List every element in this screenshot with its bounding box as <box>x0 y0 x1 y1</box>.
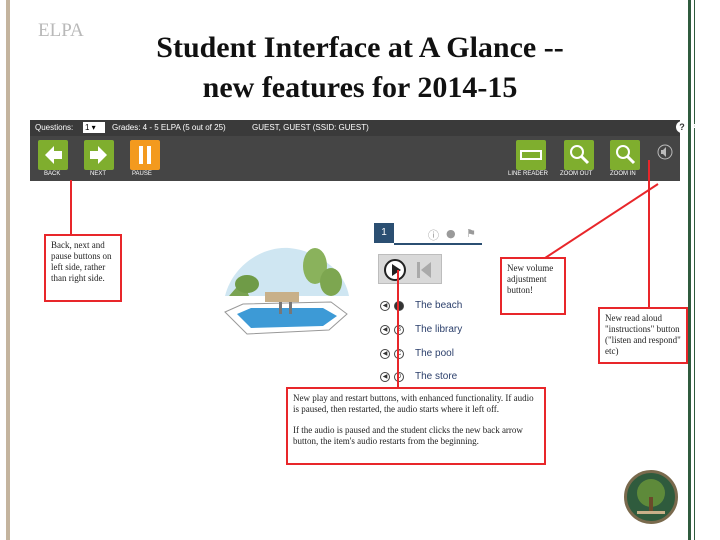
toolbar-info-strip: Questions: 1 ▾ Grades: 4 - 5 ELPA (5 out… <box>30 118 705 136</box>
audio-player <box>378 254 442 284</box>
flag-icon[interactable]: ⚑ <box>466 227 476 240</box>
option-radio[interactable]: A <box>394 301 404 311</box>
zoom-in-label: ZOOM IN <box>610 171 636 177</box>
play-note-para-1: New play and restart buttons, with enhan… <box>293 393 534 414</box>
option-text: The pool <box>415 348 454 359</box>
zoom-out-icon <box>570 145 590 165</box>
line-reader-button[interactable] <box>516 140 546 170</box>
read-aloud-speaker-icon[interactable] <box>657 144 673 160</box>
zoom-in-button[interactable] <box>610 140 640 170</box>
info-icon[interactable]: ⓘ <box>428 227 439 243</box>
questions-label: Questions: <box>35 123 74 132</box>
back-arrow-icon <box>45 146 62 164</box>
back-button[interactable] <box>38 140 68 170</box>
pause-button[interactable] <box>130 140 160 170</box>
option-text: The beach <box>415 300 463 311</box>
back-label: BACK <box>44 171 61 177</box>
speaker-icon[interactable]: ◀ <box>380 349 390 359</box>
option-radio[interactable]: B <box>394 325 404 335</box>
option-text: The store <box>415 371 458 382</box>
slide-left-border <box>6 0 10 540</box>
restart-icon[interactable] <box>413 259 435 281</box>
gear-icon[interactable]: ⚙ <box>692 118 705 135</box>
buttons-note: Back, next and pause buttons on left sid… <box>44 234 122 302</box>
play-note-para-2: If the audio is paused and the student c… <box>293 425 523 446</box>
pool-scene-image <box>219 238 353 340</box>
speaker-icon[interactable]: ◀ <box>380 325 390 335</box>
option-text: The library <box>415 324 463 335</box>
option-radio[interactable]: C <box>394 349 404 359</box>
tree-icon <box>637 479 665 514</box>
play-icon[interactable] <box>383 258 407 282</box>
item-number-badge: 1 <box>374 223 394 243</box>
arrow-read-aloud <box>648 160 650 308</box>
arrow-play-buttons <box>397 270 399 388</box>
zoom-out-label: ZOOM OUT <box>560 171 593 177</box>
item-header-rule <box>394 243 482 245</box>
next-arrow-icon <box>90 146 107 164</box>
zoom-in-icon <box>616 145 636 165</box>
line-reader-icon <box>520 150 542 160</box>
next-button[interactable] <box>84 140 114 170</box>
slide-right-border <box>688 0 720 540</box>
read-aloud-note: New read aloud "instructions" button ("l… <box>598 307 688 364</box>
arrow-back-buttons <box>70 180 72 234</box>
help-icon[interactable]: ? <box>676 121 688 133</box>
pause-label: PAUSE <box>132 171 152 177</box>
line-reader-label: LINE READER <box>508 171 549 177</box>
volume-note: New volume adjustment button! <box>500 257 566 315</box>
title-line-1: Student Interface at A Glance -- <box>156 31 564 64</box>
zoom-out-button[interactable] <box>564 140 594 170</box>
question-select[interactable]: 1 ▾ <box>83 122 105 133</box>
slide-title: Student Interface at A Glance -- new fea… <box>80 28 640 108</box>
student-toolbar: BACK NEXT PAUSE LINE READER ZOOM OUT ZOO… <box>30 136 680 181</box>
speaker-icon[interactable]: ◀ <box>380 372 390 382</box>
option-radio[interactable]: D <box>394 372 404 382</box>
next-label: NEXT <box>90 171 107 177</box>
title-line-2: new features for 2014-15 <box>202 71 518 104</box>
state-seal-logo <box>624 470 678 524</box>
pause-icon <box>139 146 151 164</box>
user-text: GUEST, GUEST (SSID: GUEST) <box>252 123 369 132</box>
comment-icon[interactable]: ● <box>446 227 456 240</box>
speaker-icon[interactable]: ◀ <box>380 301 390 311</box>
play-note: New play and restart buttons, with enhan… <box>286 387 546 465</box>
grade-text: Grades: 4 - 5 ELPA (5 out of 25) <box>112 123 226 132</box>
corner-label: ELPA <box>38 20 84 41</box>
arrow-volume <box>541 183 659 261</box>
